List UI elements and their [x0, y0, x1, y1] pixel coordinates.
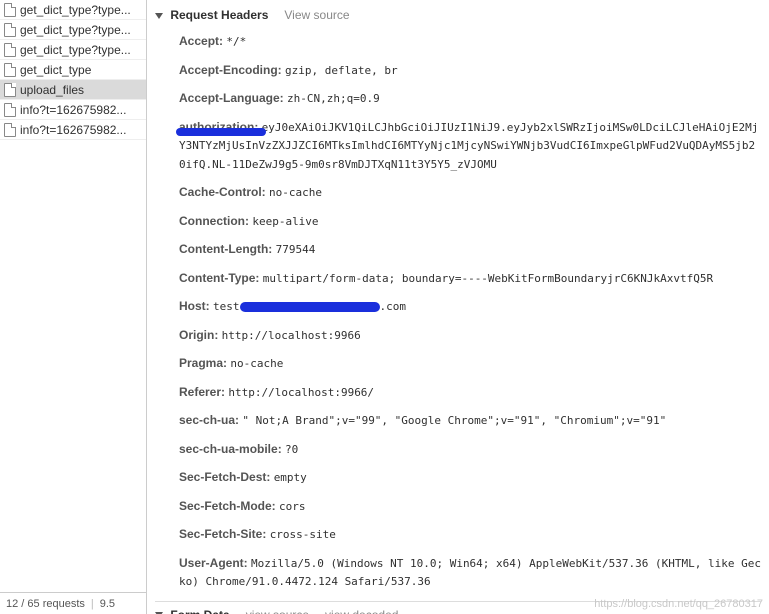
- header-value: cors: [279, 500, 306, 513]
- network-request-sidebar: get_dict_type?type... get_dict_type?type.…: [0, 0, 147, 614]
- header-value: empty: [274, 471, 307, 484]
- header-value: http://localhost:9966: [222, 329, 361, 342]
- request-item[interactable]: get_dict_type: [0, 60, 146, 80]
- file-icon: [4, 3, 16, 17]
- header-row: Accept-Language: zh-CN,zh;q=0.9: [179, 89, 761, 108]
- header-value: no-cache: [269, 186, 322, 199]
- header-name: Referer:: [179, 385, 228, 399]
- header-name: Accept-Language:: [179, 91, 287, 105]
- form-view-decoded-link[interactable]: view decoded: [325, 608, 398, 614]
- collapse-triangle-icon: [155, 13, 163, 19]
- header-name: Accept-Encoding:: [179, 63, 285, 77]
- header-row: sec-ch-ua-mobile: ?0: [179, 440, 761, 459]
- highlight-marker: [176, 128, 266, 136]
- status-separator: |: [91, 598, 94, 610]
- header-row: Referer: http://localhost:9966/: [179, 383, 761, 402]
- details-panel: Request Headers View source Accept: */*A…: [147, 0, 769, 614]
- header-name: sec-ch-ua-mobile:: [179, 442, 285, 456]
- header-row: Sec-Fetch-Dest: empty: [179, 468, 761, 487]
- request-item[interactable]: get_dict_type?type...: [0, 20, 146, 40]
- header-name: Cache-Control:: [179, 185, 269, 199]
- header-row: Accept-Encoding: gzip, deflate, br: [179, 61, 761, 80]
- request-headers-list: Accept: */* Accept-Encoding: gzip, deflat…: [155, 26, 761, 591]
- request-item-label: get_dict_type: [20, 63, 91, 77]
- file-icon: [4, 63, 16, 77]
- header-name: Accept:: [179, 34, 226, 48]
- header-value: gzip, deflate, br: [285, 64, 398, 77]
- header-value: test.com: [213, 300, 406, 313]
- file-icon: [4, 83, 16, 97]
- header-name: Origin:: [179, 328, 222, 342]
- request-headers-title: Request Headers: [170, 8, 268, 22]
- redaction-marker: [240, 302, 380, 312]
- header-row: Connection: keep-alive: [179, 212, 761, 231]
- header-value: " Not;A Brand";v="99", "Google Chrome";v…: [242, 414, 666, 427]
- header-value: zh-CN,zh;q=0.9: [287, 92, 380, 105]
- header-value: http://localhost:9966/: [228, 386, 374, 399]
- header-value: 779544: [276, 243, 316, 256]
- request-item-label: get_dict_type?type...: [20, 3, 131, 17]
- header-name: Sec-Fetch-Site:: [179, 527, 270, 541]
- request-headers-section-header[interactable]: Request Headers View source: [155, 4, 761, 26]
- header-row: Content-Length: 779544: [179, 240, 761, 259]
- request-item[interactable]: get_dict_type?type...: [0, 40, 146, 60]
- request-item[interactable]: get_dict_type?type...: [0, 0, 146, 20]
- header-name: Pragma:: [179, 356, 230, 370]
- header-row: User-Agent: Mozilla/5.0 (Windows NT 10.0…: [179, 554, 761, 591]
- header-row: Sec-Fetch-Site: cross-site: [179, 525, 761, 544]
- header-name: Content-Type:: [179, 271, 263, 285]
- header-value: cross-site: [270, 528, 336, 541]
- request-item-label: get_dict_type?type...: [20, 43, 131, 57]
- request-item-label: upload_files: [20, 83, 84, 97]
- header-name: Host:: [179, 299, 213, 313]
- file-icon: [4, 23, 16, 37]
- header-value: keep-alive: [252, 215, 318, 228]
- request-item-label: get_dict_type?type...: [20, 23, 131, 37]
- request-item[interactable]: upload_files: [0, 80, 146, 100]
- transfer-text: 9.5: [100, 598, 115, 610]
- request-item[interactable]: info?t=162675982...: [0, 100, 146, 120]
- header-value: multipart/form-data; boundary=----WebKit…: [263, 272, 713, 285]
- file-icon: [4, 123, 16, 137]
- view-source-link[interactable]: View source: [284, 8, 349, 22]
- header-name: Content-Length:: [179, 242, 276, 256]
- header-row: authorization: eyJ0eXAiOiJKV1QiLCJhbGciO…: [179, 118, 761, 174]
- header-row: Sec-Fetch-Mode: cors: [179, 497, 761, 516]
- request-item[interactable]: info?t=162675982...: [0, 120, 146, 140]
- file-icon: [4, 43, 16, 57]
- status-bar: 12 / 65 requests | 9.5: [0, 592, 146, 614]
- form-view-source-link[interactable]: view source: [246, 608, 309, 614]
- watermark-text: https://blog.csdn.net/qq_26780317: [594, 598, 763, 610]
- requests-count: 12 / 65 requests: [6, 598, 85, 610]
- file-icon: [4, 103, 16, 117]
- header-value: */*: [226, 35, 246, 48]
- header-value: ?0: [285, 443, 298, 456]
- header-row: Accept: */*: [179, 32, 761, 51]
- form-data-title: Form Data: [170, 608, 229, 614]
- header-name: Connection:: [179, 214, 252, 228]
- request-list: get_dict_type?type... get_dict_type?type.…: [0, 0, 146, 592]
- header-row: Origin: http://localhost:9966: [179, 326, 761, 345]
- header-row: Pragma: no-cache: [179, 354, 761, 373]
- header-value: no-cache: [230, 357, 283, 370]
- header-name: sec-ch-ua:: [179, 413, 242, 427]
- header-row: Cache-Control: no-cache: [179, 183, 761, 202]
- header-name: User-Agent:: [179, 556, 251, 570]
- header-row: Host: test.com: [179, 297, 761, 316]
- header-name: Sec-Fetch-Dest:: [179, 470, 274, 484]
- header-row: Content-Type: multipart/form-data; bound…: [179, 269, 761, 288]
- header-value: eyJ0eXAiOiJKV1QiLCJhbGciOiJIUzI1NiJ9.eyJ…: [179, 121, 758, 171]
- header-row: sec-ch-ua: " Not;A Brand";v="99", "Googl…: [179, 411, 761, 430]
- header-value: Mozilla/5.0 (Windows NT 10.0; Win64; x64…: [179, 557, 761, 589]
- header-name: Sec-Fetch-Mode:: [179, 499, 279, 513]
- request-item-label: info?t=162675982...: [20, 103, 126, 117]
- request-item-label: info?t=162675982...: [20, 123, 126, 137]
